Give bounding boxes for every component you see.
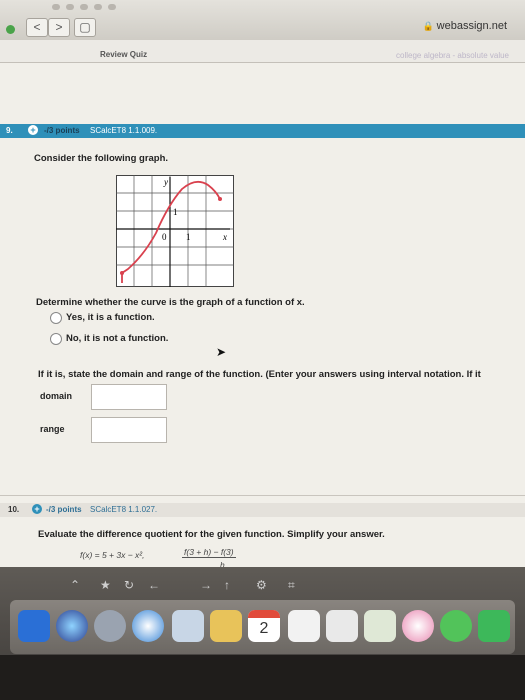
reload-icon[interactable]: ↻ bbox=[124, 578, 134, 592]
expand-icon[interactable]: + bbox=[32, 504, 42, 514]
finder-icon[interactable] bbox=[18, 610, 50, 642]
x-tick-label: 1 bbox=[186, 232, 191, 242]
expand-icon[interactable]: + bbox=[28, 125, 38, 135]
forward-button[interactable]: > bbox=[48, 18, 70, 37]
star-icon[interactable]: ★ bbox=[100, 578, 111, 592]
settings-icon[interactable]: ⚙ bbox=[256, 578, 267, 592]
mail-icon[interactable] bbox=[172, 610, 204, 642]
domain-input[interactable] bbox=[91, 384, 167, 410]
y-axis-label: y bbox=[163, 177, 168, 187]
facetime-icon[interactable] bbox=[478, 610, 510, 642]
question-divider bbox=[0, 495, 525, 496]
sidebar-toggle-icon[interactable]: ▢ bbox=[74, 18, 96, 37]
window-control-icon[interactable] bbox=[6, 25, 15, 34]
option-yes-label: Yes, it is a function. bbox=[66, 312, 155, 323]
domain-label: domain bbox=[40, 391, 73, 401]
difference-quotient-numerator: f(3 + h) − f(3) bbox=[182, 547, 236, 558]
endpoint-left bbox=[120, 271, 124, 275]
launchpad-icon[interactable] bbox=[94, 610, 126, 642]
question-points: -/3 points bbox=[46, 505, 82, 514]
url-text: webassign.net bbox=[436, 20, 507, 32]
endpoint-right bbox=[218, 197, 222, 201]
y-tick-label: 1 bbox=[173, 207, 178, 217]
back-arrow-icon[interactable]: ← bbox=[148, 578, 160, 592]
question-code[interactable]: SCalcET8 1.1.009. bbox=[90, 126, 157, 135]
question-9-header: 9. + -/3 points SCalcET8 1.1.009. bbox=[0, 124, 525, 138]
determine-text: Determine whether the curve is the graph… bbox=[36, 297, 305, 308]
function-graph: y x 0 1 1 bbox=[116, 175, 234, 287]
question-number: 9. bbox=[6, 126, 13, 135]
safari-icon[interactable] bbox=[132, 610, 164, 642]
instruction-text: If it is, state the domain and range of … bbox=[38, 369, 481, 380]
grid-icon[interactable]: ⌗ bbox=[288, 578, 295, 593]
question-points: -/3 points bbox=[44, 126, 80, 135]
function-definition: f(x) = 5 + 3x − x², bbox=[80, 550, 145, 560]
url-display[interactable]: 🔒 webassign.net bbox=[422, 20, 507, 32]
chevron-up-icon[interactable]: ⌃ bbox=[70, 578, 80, 592]
radio-no[interactable] bbox=[50, 333, 62, 345]
laptop-bezel bbox=[0, 655, 525, 700]
maps-icon[interactable] bbox=[364, 610, 396, 642]
contacts-icon[interactable] bbox=[210, 610, 242, 642]
range-label: range bbox=[40, 424, 65, 434]
calendar-day: 2 bbox=[259, 620, 269, 637]
assignment-page: 9. + -/3 points SCalcET8 1.1.009. Consid… bbox=[0, 63, 525, 570]
question-prompt: Evaluate the difference quotient for the… bbox=[38, 529, 385, 540]
photos-icon[interactable] bbox=[402, 610, 434, 642]
course-link[interactable]: college algebra - absolute value bbox=[396, 51, 509, 60]
messages-icon[interactable] bbox=[440, 610, 472, 642]
question-10-header: 10. + -/3 points SCalcET8 1.1.027. bbox=[0, 503, 525, 517]
question-number: 10. bbox=[8, 505, 20, 514]
share-icon[interactable]: ↑ bbox=[224, 578, 230, 592]
notes-icon[interactable] bbox=[288, 610, 320, 642]
origin-label: 0 bbox=[162, 232, 167, 242]
option-no-label: No, it is not a function. bbox=[66, 333, 169, 344]
question-prompt: Consider the following graph. bbox=[34, 153, 169, 164]
touch-bar: ⌃ ★ ↻ ← → ↑ ⚙ ⌗ bbox=[60, 578, 320, 596]
back-button[interactable]: < bbox=[26, 18, 48, 37]
radio-yes[interactable] bbox=[50, 312, 62, 324]
calendar-icon[interactable]: 2 bbox=[248, 610, 280, 642]
tab-strip bbox=[52, 4, 116, 10]
mouse-cursor-icon: ➤ bbox=[216, 345, 227, 359]
lock-icon: 🔒 bbox=[422, 21, 434, 31]
x-axis-label: x bbox=[222, 232, 227, 242]
forward-arrow-icon[interactable]: → bbox=[200, 578, 212, 592]
range-input[interactable] bbox=[91, 417, 167, 443]
browser-toolbar: < > ▢ 🔒 webassign.net bbox=[0, 0, 525, 41]
question-code[interactable]: SCalcET8 1.1.027. bbox=[90, 505, 157, 514]
review-quiz-title: Review Quiz bbox=[100, 50, 148, 59]
reminders-icon[interactable] bbox=[326, 610, 358, 642]
siri-icon[interactable] bbox=[56, 610, 88, 642]
